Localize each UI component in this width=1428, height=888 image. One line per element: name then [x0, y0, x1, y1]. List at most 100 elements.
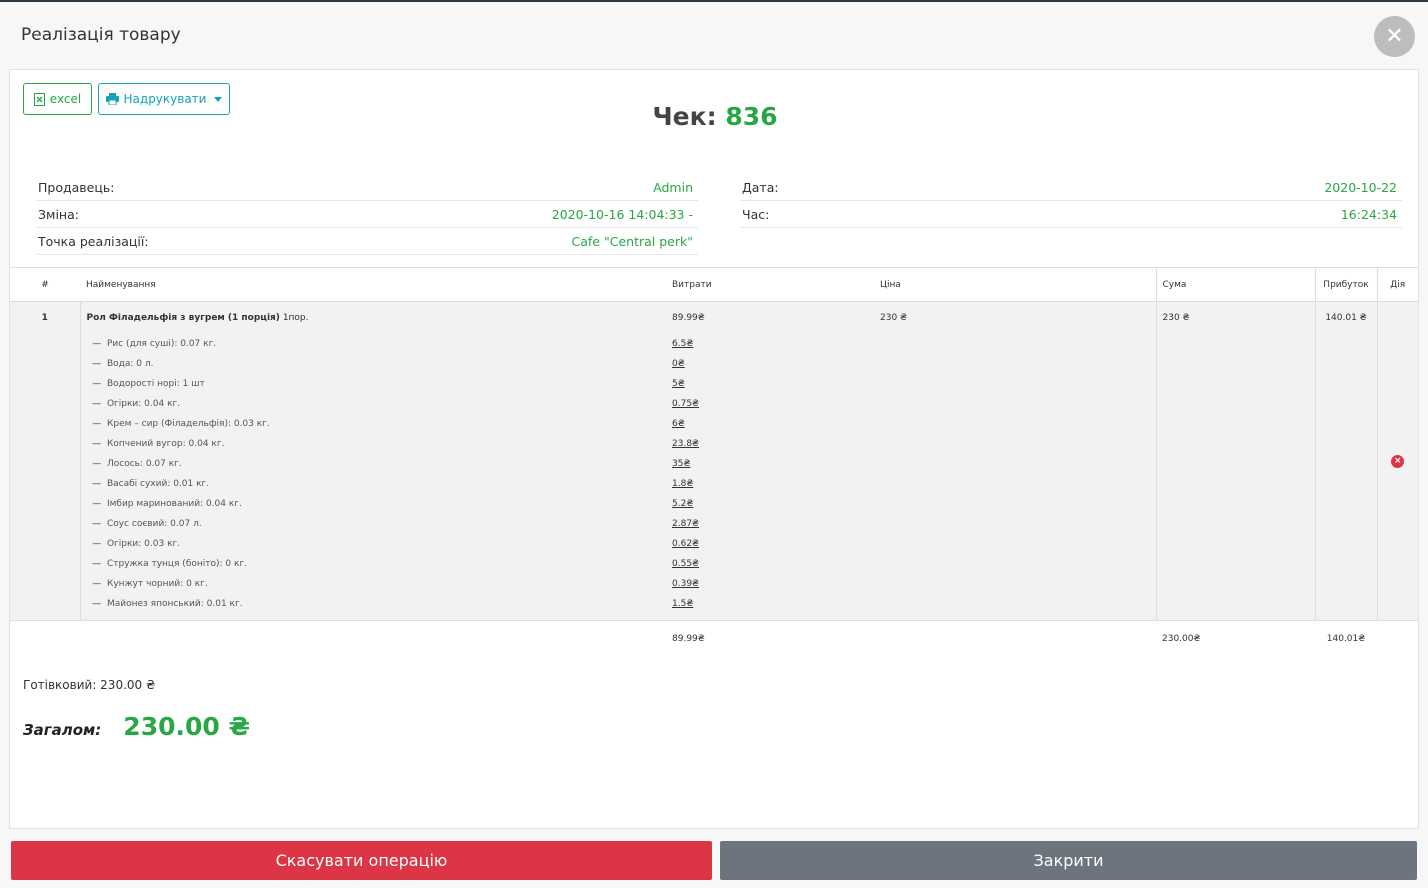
ingredient-cost-link[interactable]: 0.39₴ [672, 574, 868, 594]
item-sum: 230 ₴ [1162, 313, 1190, 323]
check-title: Чек: 836 [10, 102, 1420, 131]
cancel-operation-button[interactable]: Скасувати операцію [11, 841, 712, 880]
ingredient-cost-link[interactable]: 1.8₴ [672, 474, 868, 494]
item-qty: 1пор. [282, 313, 309, 323]
col-header-name: Найменування [80, 267, 666, 302]
chevron-down-icon [214, 96, 223, 102]
ingredient-names: — Рис (для суші): 0.07 кг. — Вода: 0 л. … [87, 334, 661, 614]
ingredient-costs: 6.5₴ 0₴ 5₴ 0.75₴ 6₴ 23.8₴ 35₴ 1.8₴ 5.2₴ 2.87₴ 0.62… [672, 334, 868, 614]
ingredient-name: Огірки: 0.04 кг. [106, 399, 181, 409]
total-cost: 89.99₴ [666, 620, 874, 657]
ingredient-cost-link[interactable]: 0₴ [672, 354, 868, 374]
ingredient-row: — Майонез японський: 0.01 кг. [87, 594, 661, 614]
col-header-action: Дія [1376, 267, 1418, 302]
ingredient-dash: — [92, 519, 102, 529]
item-price-cell: 230 ₴ [874, 301, 1156, 621]
seller-value: Admin [653, 179, 693, 195]
grand-total-value: 230.00 ₴ [123, 712, 250, 741]
ingredient-name: Рис (для суші): 0.07 кг. [106, 339, 217, 349]
ingredient-cost-link[interactable]: 0.62₴ [672, 534, 868, 554]
table-row: 1 Рол Філадельфія з вугрем (1 порція) 1п… [10, 301, 1418, 621]
item-cost-cell: 89.99₴ 6.5₴ 0₴ 5₴ 0.75₴ 6₴ 23.8₴ 35₴ 1.8₴ 5.2₴ 2.… [666, 301, 874, 621]
col-header-cost: Витрати [666, 267, 874, 302]
time-row: Час: 16:24:34 [740, 201, 1402, 228]
ingredient-dash: — [92, 559, 102, 569]
totals-empty-1 [10, 620, 80, 657]
ingredient-row: — Крем – сир (Філадельфія): 0.03 кг. [87, 414, 661, 434]
date-row: Дата: 2020-10-22 [740, 174, 1402, 201]
col-header-sum: Сума [1155, 267, 1315, 302]
table-header-row: # Найменування Витрати Ціна Сума Прибуто… [10, 267, 1418, 302]
close-button[interactable]: Закрити [720, 841, 1417, 880]
grand-total-label: Загалом: [23, 721, 102, 739]
total-profit: 140.01₴ [1315, 620, 1377, 657]
ingredient-dash: — [92, 439, 102, 449]
date-label: Дата: [742, 179, 779, 195]
item-action-cell: × [1376, 301, 1418, 621]
ingredient-row: — Лосось: 0.07 кг. [87, 454, 661, 474]
modal-title: Реалізація товару [21, 25, 181, 45]
ingredient-name: Крем – сир (Філадельфія): 0.03 кг. [106, 419, 270, 429]
receipt-panel: excel Надрукувати Чек: 836 Продавець: Ad… [9, 69, 1419, 829]
point-of-sale-row: Точка реалізації: Cafe "Central perk" [36, 228, 698, 255]
item-cost: 89.99₴ [672, 313, 705, 323]
ingredient-name: Стружка тунця (боніто): 0 кг. [106, 559, 248, 569]
ingredient-cost-link[interactable]: 0.55₴ [672, 554, 868, 574]
ingredient-cost-link[interactable]: 2.87₴ [672, 514, 868, 534]
ingredient-cost-link[interactable]: 0.75₴ [672, 394, 868, 414]
ingredient-name: Соус соєвий: 0.07 л. [106, 519, 202, 529]
ingredient-cost-link[interactable]: 5₴ [672, 374, 868, 394]
totals-empty-3 [874, 620, 1156, 657]
item-num: 1 [10, 301, 80, 621]
ingredient-dash: — [92, 579, 102, 589]
ingredient-name: Вода: 0 л. [106, 359, 154, 369]
check-number: 836 [725, 102, 778, 131]
ingredient-cost-link[interactable]: 6₴ [672, 414, 868, 434]
ingredient-row: — Копчений вугор: 0.04 кг. [87, 434, 661, 454]
ingredient-row: — Соус соєвий: 0.07 л. [87, 514, 661, 534]
time-label: Час: [742, 206, 770, 222]
col-header-profit: Прибуток [1314, 267, 1377, 302]
item-name-cell: Рол Філадельфія з вугрем (1 порція) 1пор… [79, 301, 666, 621]
ingredient-row: — Стружка тунця (боніто): 0 кг. [87, 554, 661, 574]
ingredient-row: — Огірки: 0.04 кг. [87, 394, 661, 414]
totals-empty-4 [1377, 620, 1418, 657]
grand-total: Загалом: 230.00 ₴ [23, 712, 250, 741]
ingredient-cost-link[interactable]: 35₴ [672, 454, 868, 474]
ingredient-row: — Кунжут чорний: 0 кг. [87, 574, 661, 594]
ingredient-dash: — [92, 599, 102, 609]
ingredient-row: — Рис (для суші): 0.07 кг. [87, 334, 661, 354]
ingredient-dash: — [92, 379, 102, 389]
cash-payment: Готівковий: 230.00 ₴ [23, 678, 156, 692]
date-value: 2020-10-22 [1324, 179, 1397, 195]
ingredient-cost-link[interactable]: 5.2₴ [672, 494, 868, 514]
point-of-sale-value: Cafe "Central perk" [571, 233, 693, 249]
ingredient-name: Водорості норі: 1 шт [106, 379, 205, 389]
ingredient-row: — Імбир маринований: 0.04 кг. [87, 494, 661, 514]
ingredient-dash: — [92, 339, 102, 349]
ingredient-row: — Васабі сухий: 0.01 кг. [87, 474, 661, 494]
shift-row: Зміна: 2020-10-16 14:04:33 - [36, 201, 698, 228]
ingredient-dash: — [92, 539, 102, 549]
ingredient-row: — Вода: 0 л. [87, 354, 661, 374]
totals-empty-2 [80, 620, 666, 657]
ingredient-cost-link[interactable]: 6.5₴ [672, 334, 868, 354]
ingredient-name: Копчений вугор: 0.04 кг. [106, 439, 225, 449]
ingredient-dash: — [92, 479, 102, 489]
shift-label: Зміна: [38, 206, 79, 222]
ingredient-cost-link[interactable]: 1.5₴ [672, 594, 868, 614]
delete-icon[interactable]: × [1391, 454, 1405, 468]
item-sum-cell: 230 ₴ [1155, 301, 1315, 621]
ingredient-dash: — [92, 499, 102, 509]
ingredient-name: Імбир маринований: 0.04 кг. [106, 499, 242, 509]
ingredient-cost-link[interactable]: 23.8₴ [672, 434, 868, 454]
close-icon[interactable]: ✕ [1374, 16, 1415, 57]
shift-value: 2020-10-16 14:04:33 - [551, 206, 693, 222]
ingredient-name: Васабі сухий: 0.01 кг. [106, 479, 210, 489]
totals-row: 89.99₴ 230.00₴ 140.01₴ [10, 620, 1418, 657]
item-name: Рол Філадельфія з вугрем (1 порція) [86, 313, 280, 323]
check-label: Чек: [652, 102, 717, 131]
info-left: Продавець: Admin Зміна: 2020-10-16 14:04… [36, 174, 698, 255]
ingredient-dash: — [92, 359, 102, 369]
ingredient-name: Огірки: 0.03 кг. [106, 539, 181, 549]
